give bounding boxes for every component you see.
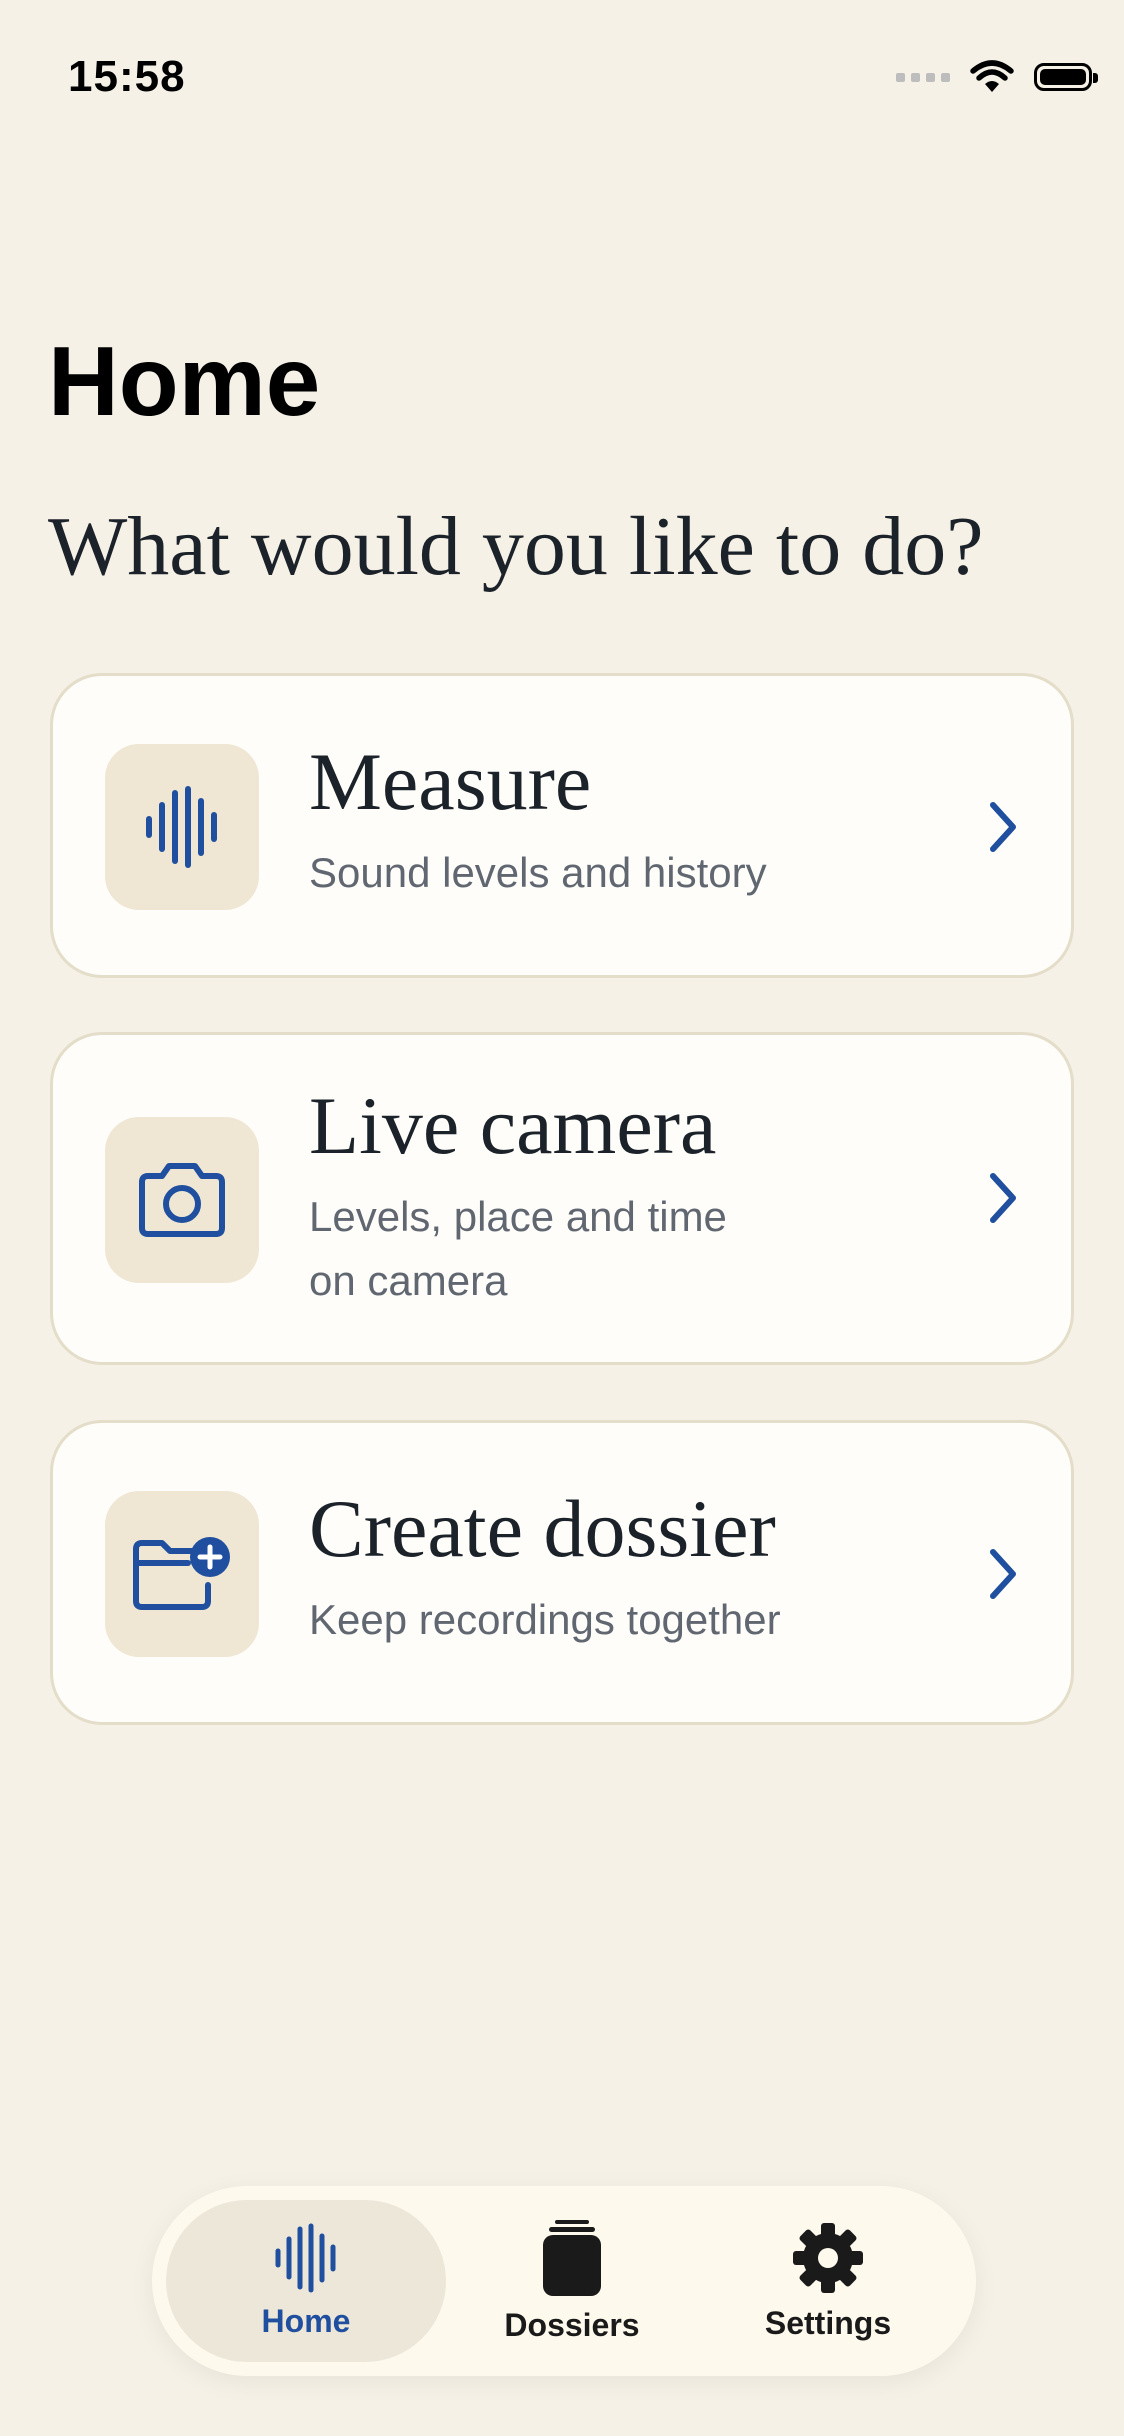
tab-label: Home — [261, 2302, 351, 2339]
card-subtitle: Keep recordings together — [309, 1596, 781, 1643]
camera-icon — [139, 1163, 225, 1237]
chevron-right-icon — [990, 1173, 1016, 1223]
cellular-signal-icon — [896, 72, 950, 82]
tab-dossiers[interactable]: Dossiers — [472, 2200, 672, 2362]
card-title: Live camera — [309, 1080, 717, 1171]
wifi-icon — [970, 60, 1014, 92]
card-icon-tile — [105, 1117, 259, 1283]
tab-bar: Home Dossiers Settings — [152, 2186, 976, 2376]
card-icon-tile — [105, 1491, 259, 1657]
card-title: Measure — [309, 736, 592, 827]
status-time: 15:58 — [68, 52, 186, 101]
card-icon-tile — [105, 744, 259, 910]
tab-label: Dossiers — [504, 2306, 640, 2343]
tab-settings[interactable]: Settings — [728, 2200, 928, 2362]
gear-icon — [793, 2222, 863, 2293]
page-prompt: What would you like to do? — [48, 500, 984, 593]
create-dossier-card[interactable]: Create dossier Keep recordings together — [50, 1420, 1074, 1725]
card-subtitle: Sound levels and history — [309, 849, 767, 896]
measure-card[interactable]: Measure Sound levels and history — [50, 673, 1074, 978]
chevron-right-icon — [990, 1549, 1016, 1599]
card-subtitle: Levels, place and time on camera — [309, 1193, 727, 1304]
folder-plus-icon — [133, 1537, 230, 1610]
battery-icon — [1034, 63, 1098, 91]
sound-wave-icon — [275, 2223, 336, 2292]
stack-icon — [543, 2219, 601, 2296]
sound-wave-icon — [146, 786, 217, 868]
live-camera-card[interactable]: Live camera Levels, place and time on ca… — [50, 1032, 1074, 1365]
card-title: Create dossier — [309, 1483, 776, 1574]
tab-home[interactable]: Home — [166, 2200, 446, 2362]
tab-label: Settings — [764, 2304, 892, 2341]
chevron-right-icon — [990, 802, 1016, 852]
status-icons — [896, 60, 1098, 94]
page-title: Home — [48, 326, 321, 436]
